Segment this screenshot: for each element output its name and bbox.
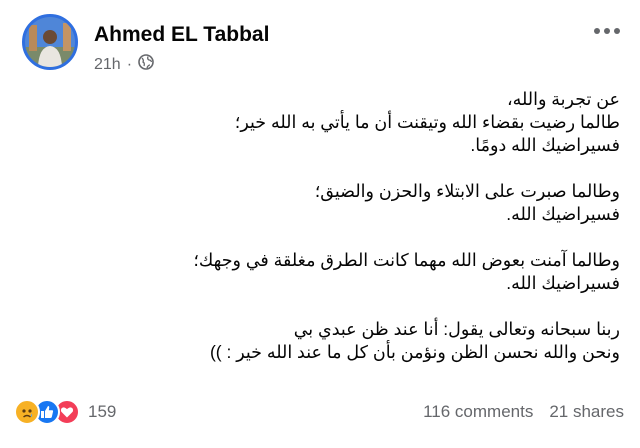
post-line: فسيراضيك الله. <box>506 204 620 224</box>
reactions-count: 159 <box>88 402 117 421</box>
post-line: وطالما آمنت بعوض الله مهما كانت الطرق مغ… <box>193 250 620 270</box>
post-line: ونحن والله نحسن الظن ونؤمن بأن كل ما عند… <box>209 342 620 362</box>
post-line: طالما رضيت بقضاء الله وتيقنت أن ما يأتي … <box>234 112 620 132</box>
post-stats: 116 comments 21 shares <box>423 402 624 422</box>
post-header: Ahmed EL Tabbal 21h · <box>20 14 624 74</box>
post-line: وطالما صبرت على الابتلاء والحزن والضيق؛ <box>314 181 620 201</box>
post-line: فسيراضيك الله. <box>506 273 620 293</box>
more-options-icon[interactable] <box>594 26 620 36</box>
post-meta: 21h · <box>94 54 154 75</box>
post-footer: 159 116 comments 21 shares <box>14 398 624 426</box>
post-paragraph: وطالما صبرت على الابتلاء والحزن والضيق؛ ف… <box>30 180 620 226</box>
post-paragraph: وطالما آمنت بعوض الله مهما كانت الطرق مغ… <box>30 249 620 295</box>
avatar-photo <box>25 17 75 67</box>
post-timestamp[interactable]: 21h <box>94 56 121 74</box>
meta-separator: · <box>126 55 133 73</box>
globe-icon[interactable] <box>138 54 154 75</box>
post-paragraph: عن تجربة والله، طالما رضيت بقضاء الله وتي… <box>30 88 620 157</box>
avatar[interactable] <box>22 14 78 70</box>
post-line: فسيراضيك الله دومًا. <box>470 135 620 155</box>
post-text: عن تجربة والله، طالما رضيت بقضاء الله وتي… <box>30 88 620 387</box>
sad-reaction-icon <box>14 399 40 425</box>
comments-count[interactable]: 116 comments <box>423 402 533 422</box>
reactions-summary[interactable]: 159 <box>14 399 116 425</box>
post-line: ربنا سبحانه وتعالى يقول: أنا عند ظن عبدي… <box>293 319 620 339</box>
post-line: عن تجربة والله، <box>506 89 620 109</box>
post-paragraph: ربنا سبحانه وتعالى يقول: أنا عند ظن عبدي… <box>30 318 620 364</box>
author-name[interactable]: Ahmed EL Tabbal <box>94 23 269 47</box>
shares-count[interactable]: 21 shares <box>549 402 624 422</box>
